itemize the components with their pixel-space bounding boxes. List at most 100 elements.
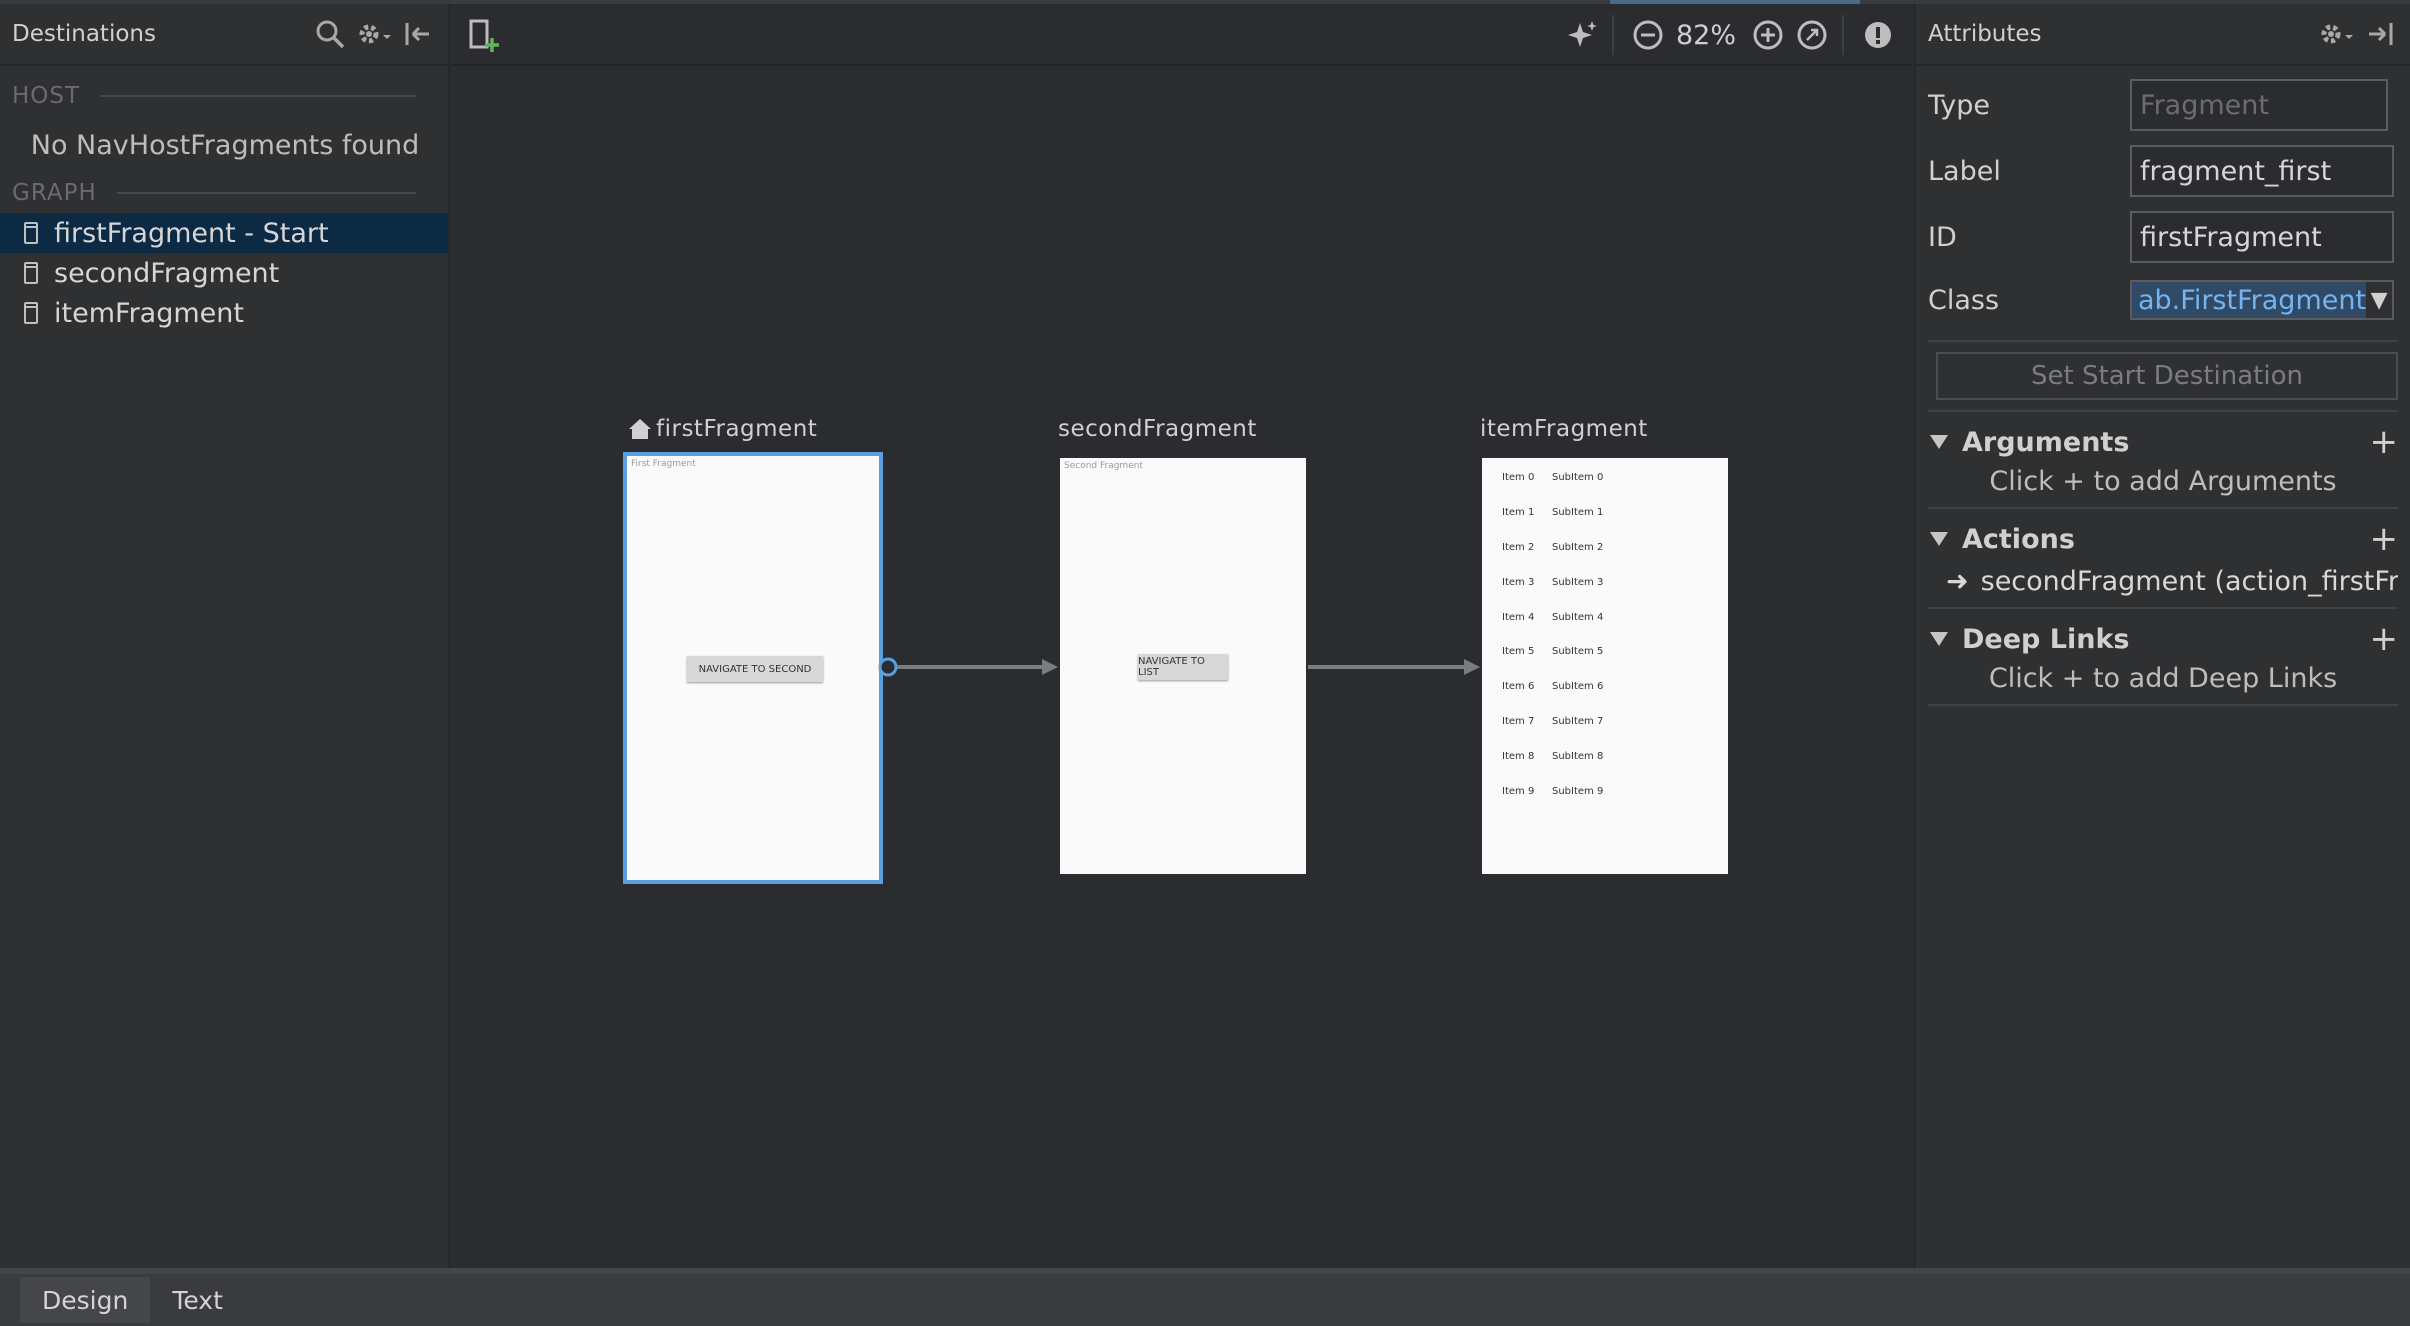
tab-design[interactable]: Design xyxy=(20,1277,151,1323)
home-icon xyxy=(629,419,651,439)
type-field: Fragment xyxy=(2130,79,2388,131)
actions-header[interactable]: Actions + xyxy=(1928,519,2398,559)
destination-item-itemfragment[interactable]: itemFragment xyxy=(0,293,448,333)
editor-mode-tabs: Design Text xyxy=(0,1268,2410,1326)
tab-text[interactable]: Text xyxy=(150,1277,245,1323)
list-item: Item 0 SubItem 0 xyxy=(1502,472,1604,483)
graph-section-label: GRAPH xyxy=(12,180,97,206)
attributes-title: Attributes xyxy=(1928,21,2042,47)
arguments-message: Click + to add Arguments xyxy=(1989,466,2337,497)
zoom-in-icon[interactable] xyxy=(1748,15,1788,55)
add-deeplink-icon[interactable]: + xyxy=(2370,622,2399,656)
deeplinks-message: Click + to add Deep Links xyxy=(1988,663,2338,694)
label-field[interactable]: fragment_first xyxy=(2130,145,2394,197)
section-divider xyxy=(100,95,416,97)
destinations-title: Destinations xyxy=(12,21,156,47)
list-item: Item 2 SubItem 2 xyxy=(1502,542,1604,553)
divider xyxy=(1928,410,2398,412)
hide-panel-icon[interactable] xyxy=(2362,16,2398,52)
expand-triangle-icon[interactable] xyxy=(1930,532,1948,546)
fragment-preview-title: First Fragment xyxy=(631,459,696,469)
search-icon[interactable] xyxy=(312,16,348,52)
itemfragment-node[interactable]: Item 0 SubItem 0 Item 1 SubItem 1 Item 2 Su… xyxy=(1482,458,1728,874)
destination-item-firstfragment[interactable]: firstFragment - Start xyxy=(0,213,448,253)
collapse-panel-icon[interactable] xyxy=(400,16,436,52)
actions-title: Actions xyxy=(1962,523,2075,555)
actions-section: Actions + ➜ secondFragment (action_first… xyxy=(1916,519,2410,603)
action-arrowhead xyxy=(1464,659,1480,675)
section-divider xyxy=(116,192,416,194)
attributes-panel: Attributes Type Fragment Label fragment_… xyxy=(1914,4,2410,1268)
graph-editor: 82% firstFragment secondFragment itemFra… xyxy=(452,4,1912,1268)
graph-toolbar: 82% xyxy=(452,4,1912,66)
zoom-controls: 82% xyxy=(1558,4,1912,66)
zoom-level: 82% xyxy=(1675,19,1736,51)
action-handle xyxy=(878,657,898,677)
zoom-out-icon[interactable] xyxy=(1628,15,1668,55)
type-label: Type xyxy=(1928,89,1991,121)
fragment-preview-title: Second Fragment xyxy=(1064,461,1143,471)
set-start-destination-button[interactable]: Set Start Destination xyxy=(1936,352,2398,400)
list-item: Item 7 SubItem 7 xyxy=(1502,716,1604,727)
type-row: Type Fragment xyxy=(1916,72,2410,138)
arguments-section: Arguments + Click + to add Arguments xyxy=(1916,422,2410,503)
destination-item-secondfragment[interactable]: secondFragment xyxy=(0,253,448,293)
divider xyxy=(1928,704,2398,706)
fragment-icon xyxy=(24,262,38,284)
gear-icon[interactable] xyxy=(356,16,392,52)
label-row: Label fragment_first xyxy=(1916,138,2410,204)
deeplinks-header[interactable]: Deep Links + xyxy=(1928,619,2398,659)
host-section-label: HOST xyxy=(12,83,81,109)
list-item: Item 3 SubItem 3 xyxy=(1502,577,1604,588)
zoom-to-fit-icon[interactable] xyxy=(1792,15,1832,55)
label-label: Label xyxy=(1928,155,2001,187)
destination-label: secondFragment xyxy=(54,257,280,289)
fragment-icon xyxy=(24,222,38,244)
action-arrowhead xyxy=(1042,659,1058,675)
attributes-header: Attributes xyxy=(1916,4,2410,66)
action-item[interactable]: ➜ secondFragment (action_firstFragr xyxy=(1928,559,2398,603)
fragment-icon xyxy=(24,302,38,324)
deeplinks-section: Deep Links + Click + to add Deep Links xyxy=(1916,619,2410,700)
destinations-header: Destinations xyxy=(0,4,448,66)
toolbar-separator xyxy=(1842,15,1844,55)
id-row: ID firstFragment xyxy=(1916,204,2410,270)
navigate-to-list-preview-button: NAVIGATE TO LIST xyxy=(1138,654,1228,680)
ide-window: Destinations HOST No NavHostFragments fo… xyxy=(0,0,2410,1326)
gear-icon[interactable] xyxy=(2318,16,2354,52)
toolbar-separator xyxy=(1611,15,1614,55)
arguments-title: Arguments xyxy=(1962,426,2130,458)
list-item: Item 6 SubItem 6 xyxy=(1502,681,1604,692)
secondfragment-node[interactable]: Second Fragment NAVIGATE TO LIST xyxy=(1060,458,1306,874)
divider xyxy=(1928,340,2398,342)
warning-icon[interactable] xyxy=(1858,15,1898,55)
secondfragment-label: secondFragment xyxy=(1058,416,1257,442)
expand-triangle-icon[interactable] xyxy=(1930,632,1948,646)
action-item-label: secondFragment (action_firstFragr xyxy=(1980,565,2398,597)
list-item: Item 8 SubItem 8 xyxy=(1502,751,1604,762)
list-item: Item 9 SubItem 9 xyxy=(1502,786,1604,797)
divider xyxy=(1928,507,2398,509)
dropdown-arrow-icon[interactable]: ▼ xyxy=(2366,288,2392,313)
deeplinks-title: Deep Links xyxy=(1962,623,2130,655)
arrow-right-icon: ➜ xyxy=(1946,565,1969,597)
firstfragment-label: firstFragment xyxy=(628,416,817,442)
id-field[interactable]: firstFragment xyxy=(2130,211,2394,263)
navigate-to-second-preview-button: NAVIGATE TO SECOND xyxy=(687,656,823,682)
class-dropdown[interactable]: ab.FirstFragment ▼ xyxy=(2130,280,2394,320)
auto-arrange-icon[interactable] xyxy=(1562,15,1602,55)
itemfragment-label: itemFragment xyxy=(1480,416,1648,442)
destination-label: firstFragment - Start xyxy=(54,217,329,249)
arguments-header[interactable]: Arguments + xyxy=(1928,422,2398,462)
list-item: Item 4 SubItem 4 xyxy=(1502,612,1604,623)
add-argument-icon[interactable]: + xyxy=(2370,425,2399,459)
destination-label: itemFragment xyxy=(54,297,244,329)
add-action-icon[interactable]: + xyxy=(2370,522,2399,556)
firstfragment-node[interactable]: First Fragment NAVIGATE TO SECOND xyxy=(623,452,883,884)
new-destination-icon[interactable] xyxy=(468,18,502,54)
host-section-header: HOST xyxy=(0,76,448,116)
divider xyxy=(1928,607,2398,609)
host-message: No NavHostFragments found xyxy=(30,130,420,161)
expand-triangle-icon[interactable] xyxy=(1930,435,1948,449)
graph-section-header: GRAPH xyxy=(0,173,448,213)
